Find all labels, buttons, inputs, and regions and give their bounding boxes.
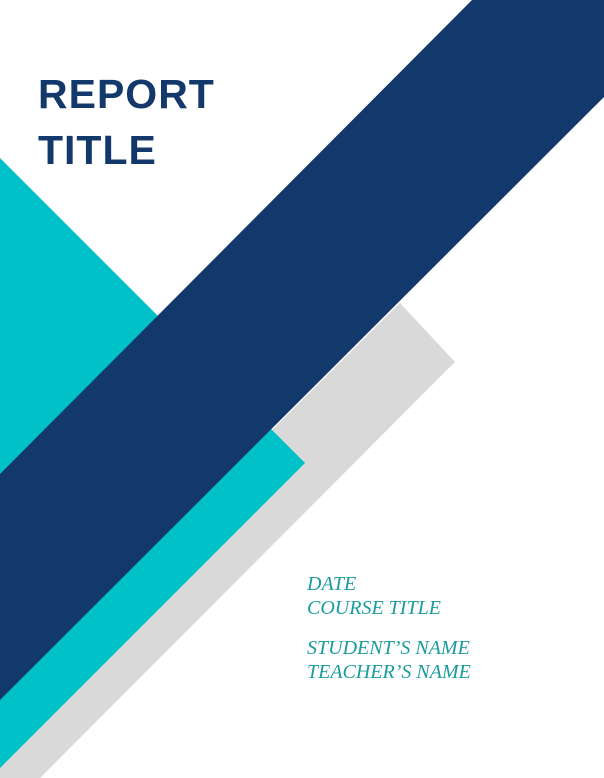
report-title-line-2: TITLE	[38, 127, 157, 173]
details-spacer	[307, 620, 471, 636]
cover-details: DATE COURSE TITLE STUDENT’S NAME TEACHER…	[307, 572, 471, 684]
student-name-text: STUDENT’S NAME	[307, 637, 470, 659]
report-title: REPORT TITLE	[38, 66, 215, 178]
teacher-name-text: TEACHER’S NAME	[307, 661, 471, 683]
report-cover-page: REPORT TITLE DATE COURSE TITLE STUDENT’S…	[0, 0, 604, 778]
report-title-line-1: REPORT	[38, 71, 215, 117]
date-text: DATE	[307, 573, 357, 595]
course-title-text: COURSE TITLE	[307, 597, 441, 619]
